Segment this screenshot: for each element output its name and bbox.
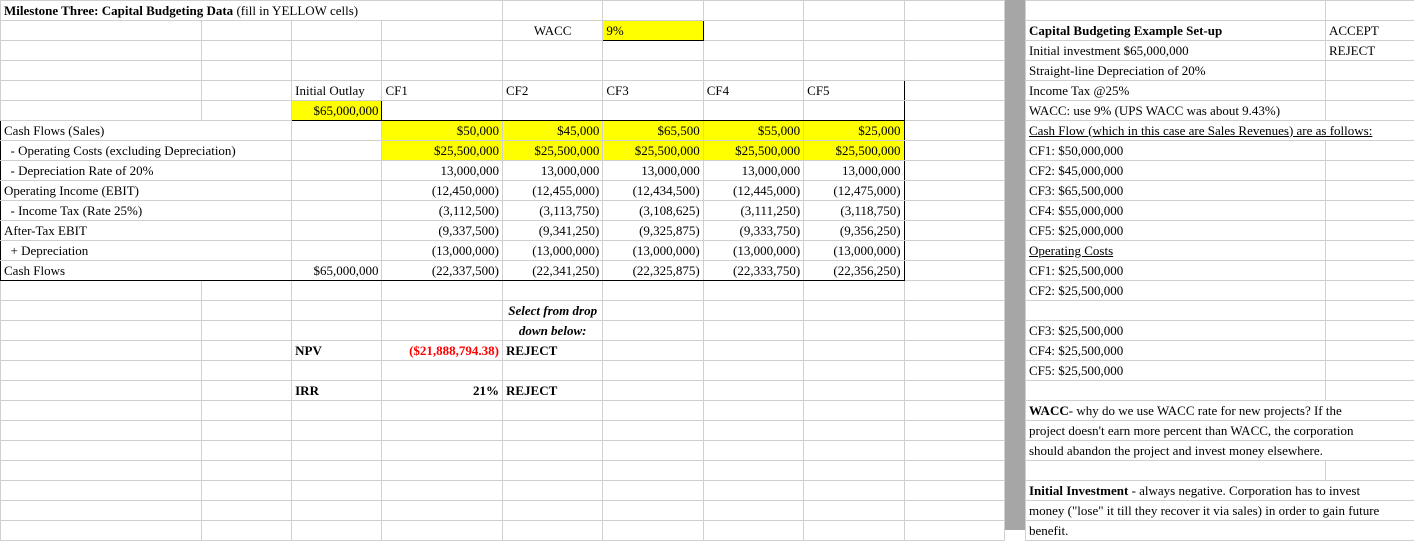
cf-io: $65,000,000 — [292, 261, 382, 281]
page-title: Milestone Three: Capital Budgeting Data … — [1, 1, 503, 21]
cf-line-2: CF2: $45,000,000 — [1026, 161, 1326, 181]
dep-cf5: 13,000,000 — [804, 161, 904, 181]
tax-cf1: (3,112,500) — [382, 201, 503, 221]
irr-label: IRR — [292, 381, 382, 401]
atebit-cf4: (9,333,750) — [703, 221, 803, 241]
ii-note-3: benefit. — [1026, 521, 1414, 541]
sales-cf1[interactable]: $50,000 — [382, 121, 503, 141]
accept-label: ACCEPT — [1326, 21, 1414, 41]
tax-cf3: (3,108,625) — [603, 201, 703, 221]
oc-line-4: CF4: $25,500,000 — [1026, 341, 1326, 361]
npv-label: NPV — [292, 341, 382, 361]
ebit-cf4: (12,445,000) — [703, 181, 803, 201]
page: Milestone Three: Capital Budgeting Data … — [0, 0, 1414, 530]
wacc-note-3: should abandon the project and invest mo… — [1026, 441, 1414, 461]
ii-note-1: Initial Investment - always negative. Co… — [1026, 481, 1414, 501]
row-atebit-label: After-Tax EBIT — [1, 221, 292, 241]
oc-line-2: CF2: $25,500,000 — [1026, 281, 1326, 301]
opcost-cf3[interactable]: $25,500,000 — [603, 141, 703, 161]
initial-outlay-input[interactable]: $65,000,000 — [292, 101, 382, 121]
setup-line-2: Straight-line Depreciation of 20% — [1026, 61, 1326, 81]
atebit-cf1: (9,337,500) — [382, 221, 503, 241]
atebit-cf3: (9,325,875) — [603, 221, 703, 241]
setup-line-1: Initial investment $65,000,000 — [1026, 41, 1326, 61]
adddep-cf4: (13,000,000) — [703, 241, 803, 261]
dep-cf3: 13,000,000 — [603, 161, 703, 181]
setup-line-3: Income Tax @25% — [1026, 81, 1326, 101]
cf-line-1: CF1: $50,000,000 — [1026, 141, 1326, 161]
opcost-cf2[interactable]: $25,500,000 — [502, 141, 602, 161]
atebit-cf2: (9,341,250) — [502, 221, 602, 241]
hdr-cf3: CF3 — [603, 81, 703, 101]
ebit-cf5: (12,475,000) — [804, 181, 904, 201]
cf-cf1: (22,337,500) — [382, 261, 503, 281]
hdr-cf5: CF5 — [804, 81, 904, 101]
atebit-cf5: (9,356,250) — [804, 221, 904, 241]
wacc-note-2: project doesn't earn more percent than W… — [1026, 421, 1414, 441]
opcost-cf5[interactable]: $25,500,000 — [804, 141, 904, 161]
sales-cf5[interactable]: $25,000 — [804, 121, 904, 141]
cashflow-header: Cash Flow (which in this case are Sales … — [1026, 121, 1414, 141]
row-tax-label: - Income Tax (Rate 25%) — [1, 201, 292, 221]
hdr-io: Initial Outlay — [292, 81, 382, 101]
select-note-a: Select from drop — [502, 301, 602, 321]
cf-line-4: CF4: $55,000,000 — [1026, 201, 1326, 221]
dep-cf4: 13,000,000 — [703, 161, 803, 181]
cf-line-3: CF3: $65,500,000 — [1026, 181, 1326, 201]
adddep-cf5: (13,000,000) — [804, 241, 904, 261]
row-dep-label: - Depreciation Rate of 20% — [1, 161, 292, 181]
cf-cf5: (22,356,250) — [804, 261, 904, 281]
ii-note-2: money ("lose" it till they recover it vi… — [1026, 501, 1414, 521]
sales-cf2[interactable]: $45,000 — [502, 121, 602, 141]
tax-cf2: (3,113,750) — [502, 201, 602, 221]
setup-line-4: WACC: use 9% (UPS WACC was about 9.43%) — [1026, 101, 1326, 121]
dep-cf1: 13,000,000 — [382, 161, 503, 181]
select-note-b: down below: — [502, 321, 602, 341]
hdr-cf2: CF2 — [502, 81, 602, 101]
oc-blank — [1026, 301, 1326, 321]
wacc-label: WACC — [502, 21, 602, 41]
oc-line-3: CF3: $25,500,000 — [1026, 321, 1326, 341]
opcost-cf1[interactable]: $25,500,000 — [382, 141, 503, 161]
adddep-cf1: (13,000,000) — [382, 241, 503, 261]
hdr-cf1: CF1 — [382, 81, 503, 101]
right-panel: Capital Budgeting Example Set-up ACCEPT … — [1025, 0, 1414, 530]
ebit-cf1: (12,450,000) — [382, 181, 503, 201]
setup-title: Capital Budgeting Example Set-up — [1026, 21, 1326, 41]
adddep-cf3: (13,000,000) — [603, 241, 703, 261]
row-ebit-label: Operating Income (EBIT) — [1, 181, 292, 201]
irr-decision-dropdown[interactable]: REJECT — [502, 381, 602, 401]
wacc-input[interactable]: 9% — [603, 21, 703, 41]
cf-cf2: (22,341,250) — [502, 261, 602, 281]
ebit-cf3: (12,434,500) — [603, 181, 703, 201]
left-worksheet: Milestone Three: Capital Budgeting Data … — [0, 0, 1005, 530]
oc-header: Operating Costs — [1026, 241, 1326, 261]
reject-label: REJECT — [1326, 41, 1414, 61]
npv-decision-dropdown[interactable]: REJECT — [502, 341, 602, 361]
ebit-cf2: (12,455,000) — [502, 181, 602, 201]
cf-cf3: (22,325,875) — [603, 261, 703, 281]
tax-cf4: (3,111,250) — [703, 201, 803, 221]
column-separator — [1005, 0, 1025, 530]
adddep-cf2: (13,000,000) — [502, 241, 602, 261]
dep-cf2: 13,000,000 — [502, 161, 602, 181]
sales-cf3[interactable]: $65,500 — [603, 121, 703, 141]
opcost-cf4[interactable]: $25,500,000 — [703, 141, 803, 161]
hdr-cf4: CF4 — [703, 81, 803, 101]
wacc-note-1: WACC- why do we use WACC rate for new pr… — [1026, 401, 1414, 421]
cf-cf4: (22,333,750) — [703, 261, 803, 281]
oc-line-5: CF5: $25,500,000 — [1026, 361, 1326, 381]
tax-cf5: (3,118,750) — [804, 201, 904, 221]
oc-line-1: CF1: $25,500,000 — [1026, 261, 1326, 281]
sales-cf4[interactable]: $55,000 — [703, 121, 803, 141]
cf-line-5: CF5: $25,000,000 — [1026, 221, 1326, 241]
main-table: Milestone Three: Capital Budgeting Data … — [0, 0, 1005, 541]
row-adddep-label: + Depreciation — [1, 241, 292, 261]
row-cashflows-label: Cash Flows — [1, 261, 292, 281]
npv-value: ($21,888,794.38) — [382, 341, 503, 361]
row-sales-label: Cash Flows (Sales) — [1, 121, 292, 141]
right-table: Capital Budgeting Example Set-up ACCEPT … — [1025, 0, 1414, 541]
row-opcost-label: - Operating Costs (excluding Depreciatio… — [1, 141, 292, 161]
irr-value: 21% — [382, 381, 503, 401]
